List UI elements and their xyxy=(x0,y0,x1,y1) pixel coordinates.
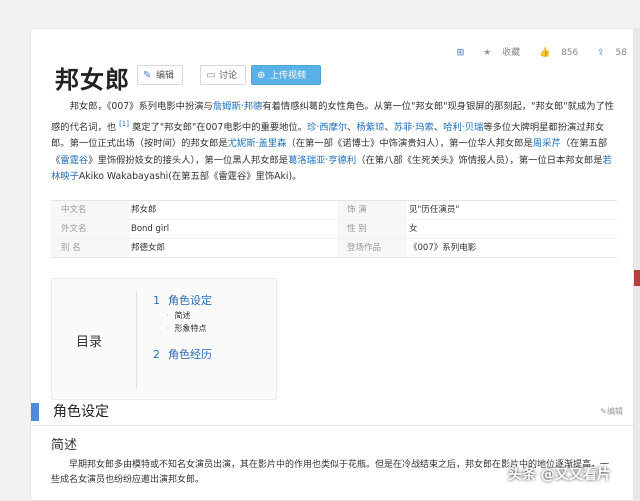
section-edit-button[interactable]: ✎编辑 xyxy=(600,406,623,417)
link-jane-seymour[interactable]: 珍·西摩尔 xyxy=(307,122,347,133)
collect-button[interactable]: ★ 收藏 xyxy=(475,48,520,58)
like-button[interactable]: 👍 856 xyxy=(531,48,578,58)
scrollbar-track[interactable] xyxy=(634,28,640,501)
toc-divider xyxy=(136,291,137,389)
link-halle-berry[interactable]: 哈利·贝瑞 xyxy=(443,122,483,133)
top-actions: ⊞ ★ 收藏 👍 856 ⇪ 58 xyxy=(449,45,627,58)
info-value: 见"历任演员" xyxy=(409,205,460,215)
toc-title: 目录 xyxy=(76,335,103,350)
table-of-contents: 目录 1 角色设定 · 简述 · 形象特点 2 角色经历 xyxy=(51,278,277,400)
toc-list: 1 角色设定 · 简述 · 形象特点 2 角色经历 xyxy=(153,293,212,363)
info-row: 别 名 邦德女郎 登场作品 《007》系列电影 xyxy=(51,239,617,257)
chat-icon: ▭ xyxy=(206,70,216,81)
discuss-button[interactable]: ▭ 讨论 xyxy=(200,65,246,85)
info-key: 中文名 xyxy=(51,201,129,219)
link-you-only-live-twice[interactable]: 雷霆谷 xyxy=(60,155,88,166)
info-key: 登场作品 xyxy=(337,239,407,257)
edit-button[interactable]: ✎ 编辑 xyxy=(137,65,183,85)
section-heading: 角色设定 ✎编辑 xyxy=(31,403,635,426)
info-value: 邦德女郎 xyxy=(131,243,166,253)
watermark: 头条 @又又看片 xyxy=(508,467,611,483)
toc-item-role-setting[interactable]: 1 角色设定 xyxy=(153,293,212,309)
scroll-marker xyxy=(634,270,640,286)
info-value: 邦女郎 xyxy=(131,205,157,215)
add-icon[interactable]: ⊞ xyxy=(457,48,465,58)
pencil-icon: ✎ xyxy=(143,70,152,81)
link-james-bond[interactable]: 詹姆斯·邦德 xyxy=(213,101,262,112)
entry-card: ⊞ ★ 收藏 👍 856 ⇪ 58 邦女郎 ✎ 编辑 ▭ 讨论 ⊕ 上传视频 邦… xyxy=(30,28,635,501)
info-box: 中文名 邦女郎 饰 演 见"历任演员" 外文名 Bond girl 性 别 女 … xyxy=(51,200,617,258)
info-key: 外文名 xyxy=(51,220,129,238)
section-title: 角色设定 xyxy=(53,404,109,420)
bullet-icon: · xyxy=(166,324,169,333)
info-row: 外文名 Bond girl 性 别 女 xyxy=(51,220,617,239)
link-gloria-hendry[interactable]: 葛洛瑞亚·亨德利 xyxy=(288,155,356,166)
subsection-title: 简述 xyxy=(51,438,78,453)
page-title: 邦女郎 xyxy=(55,66,130,94)
reference-marker[interactable]: [1] xyxy=(119,120,129,128)
info-value: 《007》系列电影 xyxy=(409,243,477,253)
info-row: 中文名 邦女郎 饰 演 见"历任演员" xyxy=(51,201,617,220)
info-key: 性 别 xyxy=(337,220,407,238)
toc-item-role-history[interactable]: 2 角色经历 xyxy=(153,347,212,363)
share-icon: ⇪ xyxy=(597,48,605,58)
summary-paragraph: 邦女郎，《007》系列电影中扮演与詹姆斯·邦德有着情感纠葛的女性角色。从第一位"… xyxy=(51,101,615,183)
info-value: Bond girl xyxy=(131,224,170,234)
star-icon: ★ xyxy=(483,48,492,58)
link-eunice-gayson[interactable]: 尤妮斯·盖里森 xyxy=(228,138,287,149)
section-bar xyxy=(31,403,39,421)
toc-subitem-image-traits[interactable]: · 形象特点 xyxy=(153,322,212,335)
thumbs-up-icon: 👍 xyxy=(538,48,551,58)
link-michelle-yeoh[interactable]: 杨紫琼 xyxy=(356,122,384,133)
pencil-icon: ✎ xyxy=(600,407,607,416)
bullet-icon: · xyxy=(166,311,169,320)
share-button[interactable]: ⇪ 58 xyxy=(589,48,627,58)
link-sophie-marceau[interactable]: 苏菲·玛索 xyxy=(394,122,434,133)
toc-subitem-overview[interactable]: · 简述 xyxy=(153,309,212,322)
link-tsai-chin[interactable]: 周采芹 xyxy=(533,138,561,149)
upload-video-button[interactable]: ⊕ 上传视频 xyxy=(251,65,321,85)
info-value: 女 xyxy=(409,224,418,234)
info-key: 饰 演 xyxy=(337,201,407,219)
plus-circle-icon: ⊕ xyxy=(257,70,266,81)
info-key: 别 名 xyxy=(51,239,129,257)
